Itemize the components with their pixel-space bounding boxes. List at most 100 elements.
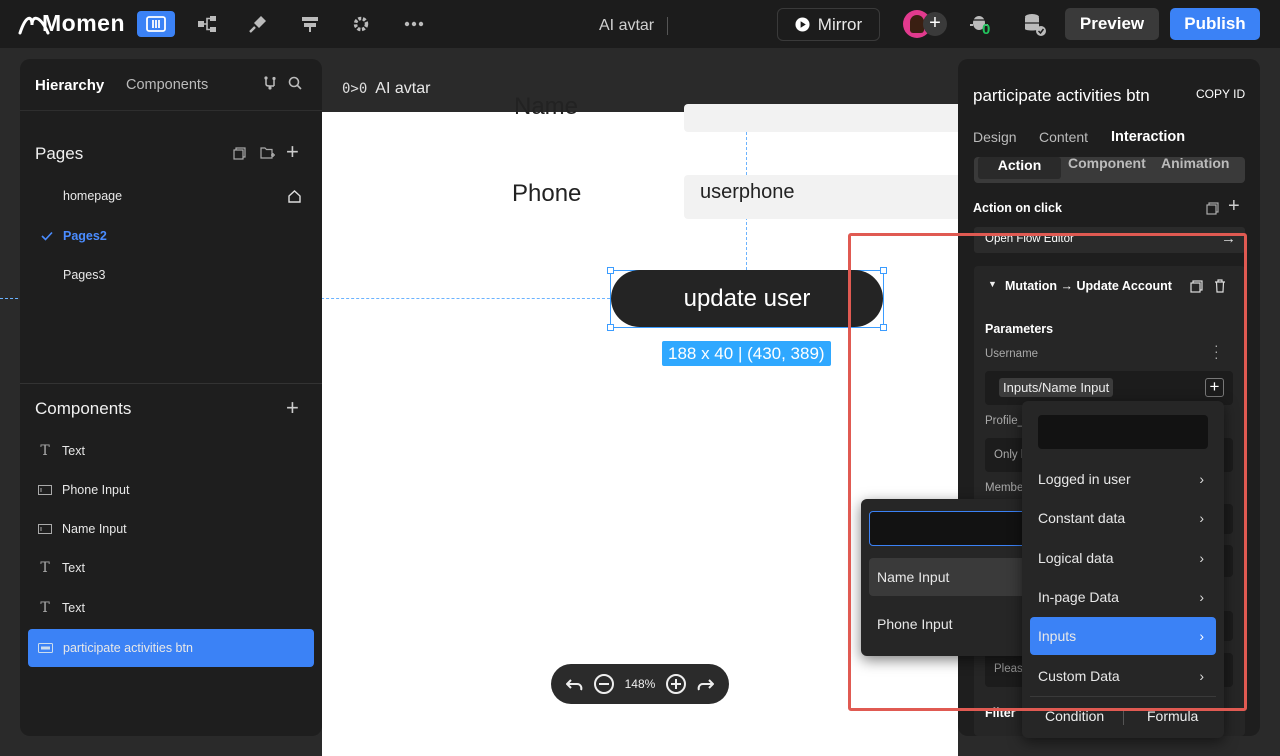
component-item[interactable]: T Text — [28, 549, 314, 587]
source-item-label: Logged in user — [1038, 471, 1131, 487]
add-binding-icon[interactable]: + — [1205, 378, 1224, 397]
subtab-component[interactable]: Component — [1068, 155, 1146, 171]
zoom-in-icon[interactable] — [665, 673, 687, 695]
preview-button[interactable]: Preview — [1065, 8, 1159, 40]
page-item-homepage[interactable]: homepage — [20, 187, 322, 207]
resize-handle[interactable] — [880, 324, 887, 331]
tab-interaction[interactable]: Interaction — [1111, 129, 1185, 145]
page-item-label: Pages3 — [63, 268, 105, 282]
component-label: Text — [62, 561, 85, 575]
component-label: Text — [62, 601, 85, 615]
inputs-dropdown: Name Input Phone Input — [861, 499, 1033, 656]
duplicate-action-icon[interactable] — [1190, 280, 1203, 293]
play-icon — [795, 17, 810, 32]
tab-hierarchy[interactable]: Hierarchy — [35, 77, 104, 94]
formula-button[interactable]: Formula — [1147, 708, 1198, 724]
username-value-field[interactable]: Inputs/Name Input + — [985, 371, 1233, 405]
action-on-click-title: Action on click — [973, 201, 1062, 215]
mirror-label: Mirror — [818, 15, 862, 35]
page-frame-icon: 0>0 — [342, 81, 367, 97]
mutation-title: Mutation → Update Account — [1005, 279, 1172, 293]
add-folder-icon[interactable] — [260, 146, 275, 160]
tab-components[interactable]: Components — [126, 77, 208, 93]
github-icon[interactable] — [263, 76, 277, 90]
publish-button[interactable]: Publish — [1170, 8, 1260, 40]
source-item-custom-data[interactable]: Custom Data › — [1030, 657, 1216, 695]
open-flow-editor-button[interactable]: Open Flow Editor → — [974, 227, 1245, 253]
component-title: participate activities btn — [973, 86, 1150, 106]
source-item-label: Custom Data — [1038, 668, 1120, 684]
dropdown-item-label: Phone Input — [877, 616, 953, 632]
update-user-button[interactable]: update user — [611, 270, 883, 327]
component-item-selected[interactable]: participate activities btn — [28, 629, 314, 667]
settings-button[interactable] — [347, 11, 375, 37]
undo-icon[interactable] — [566, 677, 584, 691]
component-item[interactable]: Name Input — [28, 510, 314, 548]
trash-icon[interactable] — [1214, 279, 1226, 293]
data-source-search-input[interactable] — [1038, 415, 1208, 449]
phone-input[interactable]: userphone — [684, 175, 984, 219]
data-source-dropdown: Logged in user › Constant data › Logical… — [1022, 401, 1224, 738]
more-dots-icon — [404, 21, 424, 27]
source-item-constant-data[interactable]: Constant data › — [1030, 499, 1216, 537]
canvas-page-label: 0>0 AI avtar — [342, 80, 430, 98]
dropdown-item-phone-input[interactable]: Phone Input — [869, 605, 1027, 643]
collapse-triangle-icon[interactable]: ▼ — [988, 279, 997, 289]
zoom-level: 148% — [625, 677, 656, 691]
subtab-action[interactable]: Action — [978, 157, 1061, 179]
inputs-search-input[interactable] — [869, 511, 1027, 546]
layout-mode-button[interactable] — [137, 11, 175, 37]
component-item[interactable]: T Text — [28, 589, 314, 627]
api-button[interactable] — [296, 11, 324, 37]
resize-handle[interactable] — [880, 267, 887, 274]
size-badge: 188 x 40 | (430, 389) — [662, 341, 831, 366]
database-button[interactable] — [1022, 12, 1048, 38]
name-label: Name — [514, 93, 578, 121]
condition-button[interactable]: Condition — [1045, 708, 1104, 724]
more-button[interactable] — [400, 11, 428, 37]
zoom-out-icon[interactable] — [593, 673, 615, 695]
duplicate-page-icon[interactable] — [233, 147, 246, 160]
data-model-button[interactable] — [193, 11, 221, 37]
page-item-pages3[interactable]: Pages3 — [20, 266, 322, 286]
tab-design[interactable]: Design — [973, 129, 1017, 145]
mirror-button[interactable]: Mirror — [777, 8, 880, 41]
component-label: Text — [62, 444, 85, 458]
source-item-in-page-data[interactable]: In-page Data › — [1030, 578, 1216, 616]
actionflow-button[interactable] — [244, 11, 272, 37]
dropdown-item-name-input[interactable]: Name Input — [869, 558, 1027, 596]
copy-id-button[interactable]: COPY ID — [1196, 87, 1245, 101]
source-item-logical-data[interactable]: Logical data › — [1030, 539, 1216, 577]
debug-button[interactable]: 0 — [968, 11, 996, 39]
project-title: AI avtar — [599, 17, 654, 35]
add-action-icon[interactable]: + — [1228, 195, 1240, 218]
input-icon — [38, 524, 52, 534]
name-input[interactable] — [684, 104, 984, 132]
search-icon[interactable] — [288, 76, 302, 90]
resize-handle[interactable] — [607, 324, 614, 331]
collaborators[interactable]: + — [903, 10, 949, 38]
please-placeholder: Pleas — [994, 663, 1023, 675]
page-item-pages2[interactable]: Pages2 — [20, 227, 322, 247]
add-page-icon[interactable]: + — [286, 139, 299, 165]
subtab-animation[interactable]: Animation — [1161, 155, 1229, 171]
source-item-logged-in-user[interactable]: Logged in user › — [1030, 460, 1216, 498]
source-item-label: Constant data — [1038, 510, 1125, 526]
tab-content[interactable]: Content — [1039, 129, 1088, 145]
param-more-icon[interactable]: ··· — [1214, 342, 1219, 360]
copy-icon[interactable] — [1206, 202, 1219, 215]
app-logo[interactable]: Momen — [18, 10, 125, 37]
component-item[interactable]: Phone Input — [28, 471, 314, 509]
resize-handle[interactable] — [607, 267, 614, 274]
chevron-right-icon: › — [1199, 550, 1204, 566]
component-item[interactable]: T Text — [28, 432, 314, 470]
design-canvas[interactable]: Name Phone userphone update user 188 x 4… — [322, 112, 958, 756]
profile-field-value: Only l — [994, 449, 1023, 461]
page-item-label: homepage — [63, 189, 122, 203]
add-component-icon[interactable]: + — [286, 395, 299, 421]
source-item-inputs[interactable]: Inputs › — [1030, 617, 1216, 655]
add-collaborator-icon[interactable]: + — [923, 12, 947, 36]
redo-icon[interactable] — [696, 677, 714, 691]
phone-input-value: userphone — [700, 181, 795, 203]
subtab-bar: Action Component Animation — [974, 157, 1245, 183]
